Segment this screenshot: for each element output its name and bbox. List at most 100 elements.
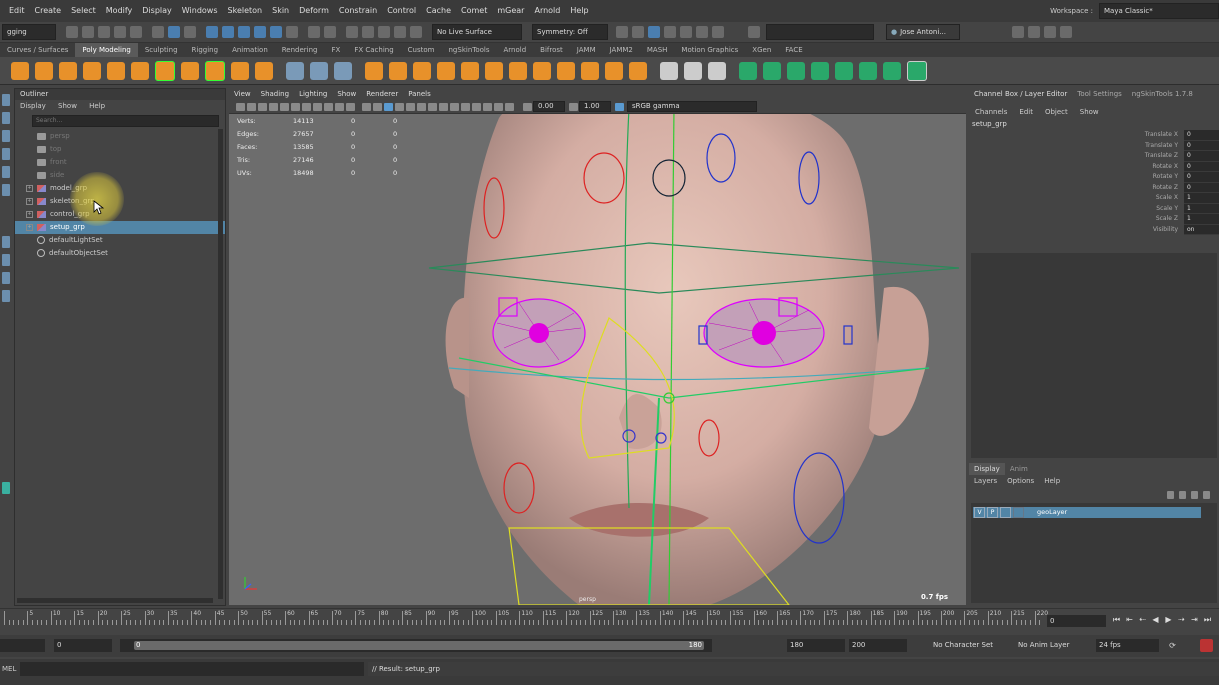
command-input[interactable] [20,662,364,676]
layer-menu-options[interactable]: Options [1002,475,1039,487]
time-slider[interactable]: 5 10 15 20 25 30 35 40 45 50 55 60 65 70 75 80 85 90 95 100… [0,608,1219,635]
playblast-icon[interactable] [696,26,708,38]
menu-select[interactable]: Select [66,0,101,22]
persp-outliner-layout-icon[interactable] [2,290,10,302]
play-backwards-icon[interactable]: ◀ [1151,615,1160,624]
quick-search-field[interactable] [766,24,874,40]
xray-icon[interactable] [483,102,492,111]
snap-curve-icon[interactable] [222,26,234,38]
viewport-menu-lighting[interactable]: Lighting [294,88,332,100]
append-polygon-icon[interactable] [581,61,599,80]
channel-box-menu-channels[interactable]: Channels [969,106,1013,118]
teapot-icon[interactable] [680,26,692,38]
camera-icon[interactable] [616,26,628,38]
field-chart-icon[interactable] [324,102,333,111]
safe-action-icon[interactable] [335,102,344,111]
channel-value[interactable]: 0 [1184,182,1219,193]
menu-control[interactable]: Control [382,0,421,22]
shelf-tab-mash[interactable]: MASH [640,43,675,57]
toggle-tool-settings-icon[interactable] [1012,26,1024,38]
channel-value[interactable]: 1 [1184,203,1219,214]
toggle-channel-box-icon[interactable] [1044,26,1056,38]
bevel-icon[interactable] [509,61,527,80]
time-slider-ruler[interactable]: 5 10 15 20 25 30 35 40 45 50 55 60 65 70 75 80 85 90 95 100… [0,609,1048,633]
character-set-dropdown[interactable]: No Character Set [930,639,1007,652]
center-pivot-icon[interactable] [334,61,352,80]
go-to-end-icon[interactable]: ⏭ [1203,615,1212,624]
tab-display-layers[interactable]: Display [969,463,1005,475]
poly-platonic-icon[interactable] [181,61,199,80]
arnold-render-icon[interactable] [632,26,644,38]
range-bar[interactable]: 0 180 [120,639,712,652]
shelf-tab-curves-surfaces[interactable]: Curves / Surfaces [0,43,75,57]
tab-channel-box-layer-editor[interactable]: Channel Box / Layer Editor [969,88,1072,100]
expand-icon[interactable]: + [26,211,33,218]
paint-select-icon[interactable] [2,130,10,142]
outliner-vertical-scrollbar[interactable] [218,129,223,599]
extrude-icon[interactable] [461,61,479,80]
super-shape-icon[interactable] [205,60,225,81]
lights-icon[interactable] [406,102,415,111]
make-live-icon[interactable] [286,26,298,38]
poly-torus-icon[interactable] [107,61,125,80]
scale-tool-icon[interactable] [2,184,10,196]
poly-disc-icon[interactable] [155,60,175,81]
expand-icon[interactable]: + [26,224,33,231]
outliner-item-default-object-set[interactable]: defaultObjectSet [15,247,225,260]
outliner-item-top[interactable]: top [15,143,225,156]
hypershade-icon[interactable] [410,26,422,38]
snap-together-icon[interactable] [310,61,328,80]
outliner-horizontal-scrollbar[interactable] [17,598,213,603]
outliner-item-persp[interactable]: persp [15,130,225,143]
viewport-persp[interactable]: View Shading Lighting Show Renderer Pane… [229,88,966,605]
go-to-start-icon[interactable]: ⏮ [1112,615,1121,624]
new-scene-icon[interactable] [66,26,78,38]
layer-playback-toggle[interactable]: P [987,507,998,518]
anti-aliasing-icon[interactable] [450,102,459,111]
play-forwards-icon[interactable]: ▶ [1164,615,1173,624]
shelf-tab-ngskintools[interactable]: ngSkinTools [442,43,497,57]
channel-translate-x[interactable]: Translate X 0 [969,130,1219,141]
ipr-render-icon[interactable] [378,26,390,38]
channel-scale-x[interactable]: Scale X 1 [969,193,1219,204]
shelf-tab-poly-modeling[interactable]: Poly Modeling [75,43,138,57]
construction-history-icon[interactable] [346,26,358,38]
fill-hole-icon[interactable] [557,61,575,80]
combine-icon[interactable] [365,61,383,80]
redo-icon[interactable] [130,26,142,38]
xray-joints-icon[interactable] [494,102,503,111]
uv-automatic-icon[interactable] [811,61,829,80]
safe-title-icon[interactable] [346,102,355,111]
target-weld-icon[interactable] [629,61,647,80]
select-object-icon[interactable] [168,26,180,38]
outliner-menu-display[interactable]: Display [15,102,51,110]
menu-mgear[interactable]: mGear [492,0,529,22]
depth-of-field-icon[interactable] [461,102,470,111]
uv-unfold-icon[interactable] [883,61,901,80]
mash-icon[interactable] [2,482,10,494]
open-scene-icon[interactable] [82,26,94,38]
shelf-tab-fx-caching[interactable]: FX Caching [347,43,400,57]
pivot-icon[interactable] [286,61,304,80]
undo-icon[interactable] [114,26,126,38]
shelf-tab-xgen[interactable]: XGen [745,43,778,57]
menu-constrain[interactable]: Constrain [334,0,382,22]
lock-icon[interactable] [308,26,320,38]
layer-row-geolayer[interactable]: V P geoLayer [973,507,1201,518]
expand-icon[interactable]: + [26,198,33,205]
menu-arnold[interactable]: Arnold [529,0,565,22]
view-transform-dropdown[interactable]: sRGB gamma [627,101,757,112]
layer-menu-help[interactable]: Help [1039,475,1065,487]
fps-dropdown[interactable]: 24 fps [1096,639,1159,652]
layer-color-swatch[interactable] [1013,507,1024,518]
svg-tool-icon[interactable] [255,61,273,80]
snap-point-icon[interactable] [238,26,250,38]
channel-box-menu-edit[interactable]: Edit [1013,106,1039,118]
bridge-icon[interactable] [485,61,503,80]
shelf-tab-rendering[interactable]: Rendering [275,43,325,57]
channel-rotate-z[interactable]: Rotate Z 0 [969,182,1219,193]
menu-skin[interactable]: Skin [267,0,294,22]
uv-planar-icon[interactable] [739,61,757,80]
channel-visibility[interactable]: Visibility on [969,224,1219,235]
gamma-field[interactable]: 1.00 [579,101,611,112]
